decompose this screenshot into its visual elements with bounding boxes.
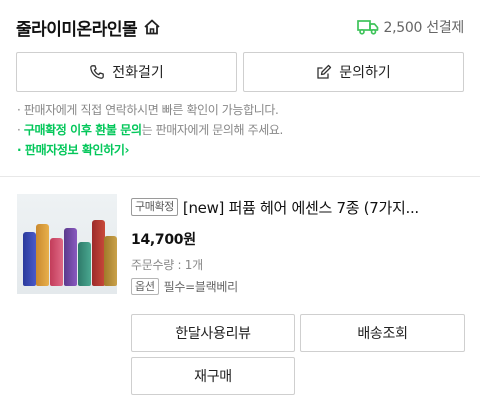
store-header: 줄라이미온라인몰 2,500 선결제 [16,12,464,42]
purchase-confirmed-badge: 구매확정 [131,198,178,216]
shipping-info: 2,500 선결제 [356,17,465,37]
product-title-line[interactable]: 구매확정 [new] 퍼퓸 헤어 에센스 7종 (7가지... [131,194,464,220]
notice-direct-contact: · 판매자에게 직접 연락하시면 빠른 확인이 가능합니다. [17,103,279,117]
seller-info-link[interactable]: · 판매자정보 확인하기› [17,140,464,160]
seller-info-label: · 판매자정보 확인하기 [17,143,125,157]
order-product: 구매확정 [new] 퍼퓸 헤어 에센스 7종 (7가지... 14,700원 … [17,194,464,295]
reorder-button-label: 재구매 [194,369,232,385]
phone-icon [90,65,105,79]
product-title: [new] 퍼퓸 헤어 에센스 7종 (7가지... [182,198,419,217]
section-divider [0,176,480,177]
product-thumbnail[interactable] [17,194,117,294]
tracking-button-label: 배송조회 [357,326,408,342]
call-button-label: 전화걸기 [112,65,164,81]
order-quantity: 주문수량 : 1개 [131,258,203,272]
product-option: 옵션 필수=블랙베리 [131,278,464,295]
seller-notices: · 판매자에게 직접 연락하시면 빠른 확인이 가능합니다. · 구매확정 이후… [17,100,464,160]
notice-refund-rest: 는 판매자에게 문의해 주세요. [141,123,284,137]
review-button-label: 한달사용리뷰 [175,326,251,342]
inquiry-button[interactable]: 문의하기 [243,52,464,92]
edit-icon [317,64,332,79]
call-button[interactable]: 전화걸기 [16,52,237,92]
chevron-right-icon: › [124,143,130,157]
product-price: 14,700원 [131,232,196,248]
home-icon [143,18,161,36]
reorder-button[interactable]: 재구매 [131,357,295,395]
product-info: 구매확정 [new] 퍼퓸 헤어 에센스 7종 (7가지... 14,700원 … [131,194,464,295]
shipping-fee: 2,500 선결제 [383,20,465,36]
contact-row: 전화걸기 문의하기 [16,52,464,92]
refund-inquiry-highlight: 구매확정 이후 환불 문의 [23,123,142,137]
inquiry-button-label: 문의하기 [339,65,391,81]
review-button[interactable]: 한달사용리뷰 [131,314,295,352]
option-badge: 옵션 [131,278,159,295]
store-name: 줄라이미온라인몰 [16,19,138,40]
notice-bullet: · [17,123,24,137]
truck-icon [356,19,379,35]
tracking-button[interactable]: 배송조회 [300,314,465,352]
option-value: 필수=블랙베리 [163,280,239,294]
notice-refund: · 구매확정 이후 환불 문의는 판매자에게 문의해 주세요. [17,120,464,140]
store-link[interactable]: 줄라이미온라인몰 [16,15,161,40]
